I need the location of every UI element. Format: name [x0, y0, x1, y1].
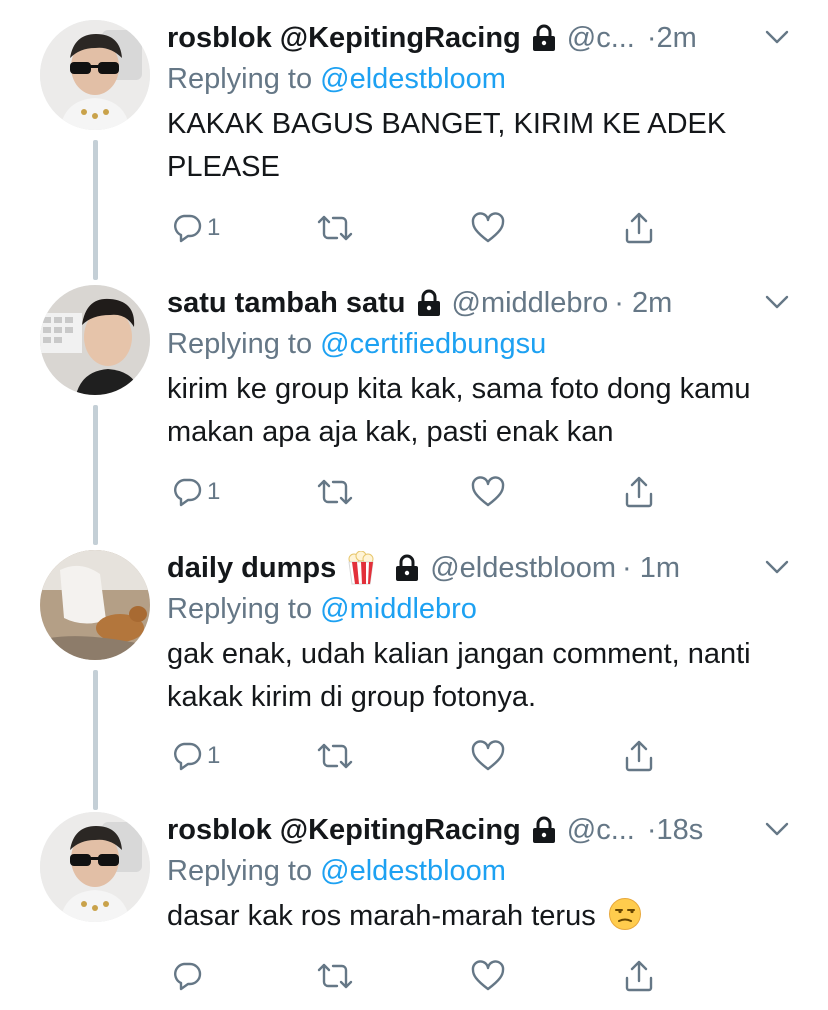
heart-icon — [471, 960, 505, 991]
share-icon — [625, 476, 653, 508]
like-button[interactable] — [470, 736, 506, 776]
tweet-header: rosblok @KepitingRacing @c... ·2m — [167, 18, 768, 58]
handle[interactable]: @eldestbloom — [430, 548, 616, 588]
avatar[interactable] — [40, 20, 150, 130]
chevron-down-icon[interactable] — [764, 558, 790, 576]
chevron-down-icon[interactable] — [764, 28, 790, 46]
replying-to-label: Replying to — [167, 63, 313, 95]
retweet-button[interactable] — [315, 208, 355, 248]
share-icon — [625, 740, 653, 772]
retweet-button[interactable] — [315, 956, 355, 996]
heart-icon — [471, 740, 505, 771]
reply-button[interactable]: 1 — [171, 736, 220, 776]
like-button[interactable] — [470, 208, 506, 248]
retweet-icon — [317, 479, 353, 505]
popcorn-icon — [346, 551, 376, 585]
reply-icon — [174, 478, 202, 507]
tweet[interactable]: satu tambah satu @middlebro · 2m Replyin… — [0, 265, 828, 530]
reply-count: 1 — [207, 478, 221, 505]
lock-icon — [531, 24, 557, 52]
replying-to: Replying to @eldestbloom — [167, 852, 506, 890]
tweet[interactable]: rosblok @KepitingRacing @c... ·18s Reply… — [0, 792, 828, 1010]
heart-icon — [471, 476, 505, 507]
timestamp[interactable]: · 1m — [622, 548, 680, 588]
reply-count: 1 — [207, 214, 221, 241]
chevron-down-icon[interactable] — [764, 820, 790, 838]
handle[interactable]: @c... — [567, 810, 635, 850]
retweet-button[interactable] — [315, 472, 355, 512]
share-button[interactable] — [623, 956, 655, 996]
reply-icon — [174, 214, 202, 243]
tweet-text: KAKAK BAGUS BANGET, KIRIM KE ADEK PLEASE — [167, 108, 727, 183]
mention-link[interactable]: @eldestbloom — [320, 63, 506, 95]
retweet-icon — [317, 963, 353, 989]
retweet-icon — [317, 743, 353, 769]
unamused-face-icon — [608, 897, 642, 931]
display-name[interactable]: daily dumps — [167, 548, 336, 588]
share-button[interactable] — [623, 736, 655, 776]
share-button[interactable] — [623, 208, 655, 248]
timestamp[interactable]: · 2m — [614, 283, 672, 323]
timestamp[interactable]: ·18s — [647, 810, 703, 850]
mention-link[interactable]: @eldestbloom — [320, 855, 506, 887]
handle[interactable]: @middlebro — [452, 283, 609, 323]
tweet-text-content: dasar kak ros marah-marah terus — [167, 900, 596, 932]
tweet-text: dasar kak ros marah-marah terus — [167, 895, 787, 938]
tweet-text: gak enak, udah kalian jangan comment, na… — [167, 638, 751, 713]
reply-button[interactable] — [171, 956, 207, 996]
replying-to-label: Replying to — [167, 593, 313, 625]
replying-to: Replying to @eldestbloom — [167, 60, 506, 98]
display-name[interactable]: rosblok @KepitingRacing — [167, 18, 521, 58]
action-bar — [167, 956, 667, 996]
display-name[interactable]: satu tambah satu — [167, 283, 406, 323]
replying-to-label: Replying to — [167, 855, 313, 887]
reply-count: 1 — [207, 742, 221, 769]
avatar[interactable] — [40, 550, 150, 660]
share-icon — [625, 960, 653, 992]
display-name[interactable]: rosblok @KepitingRacing — [167, 810, 521, 850]
replying-to: Replying to @middlebro — [167, 590, 477, 628]
reply-button[interactable]: 1 — [171, 472, 220, 512]
mention-link[interactable]: @certifiedbungsu — [320, 328, 546, 360]
timestamp[interactable]: ·2m — [647, 18, 697, 58]
lock-icon — [416, 289, 442, 317]
share-button[interactable] — [623, 472, 655, 512]
tweet-text: kirim ke group kita kak, sama foto dong … — [167, 373, 751, 448]
reply-icon — [174, 962, 202, 991]
heart-icon — [471, 212, 505, 243]
action-bar: 1 — [167, 736, 667, 776]
tweet-header: daily dumps @eldestbloom · 1m — [167, 548, 768, 588]
mention-link[interactable]: @middlebro — [320, 593, 477, 625]
replying-to: Replying to @certifiedbungsu — [167, 325, 546, 363]
tweet-header: rosblok @KepitingRacing @c... ·18s — [167, 810, 768, 850]
reply-icon — [174, 742, 202, 771]
tweet[interactable]: daily dumps @eldestbloom · 1m Replying t… — [0, 530, 828, 792]
like-button[interactable] — [470, 472, 506, 512]
replying-to-label: Replying to — [167, 328, 313, 360]
avatar[interactable] — [40, 285, 150, 395]
lock-icon — [394, 554, 420, 582]
reply-button[interactable]: 1 — [171, 208, 220, 248]
action-bar: 1 — [167, 208, 667, 248]
like-button[interactable] — [470, 956, 506, 996]
avatar[interactable] — [40, 812, 150, 922]
retweet-icon — [317, 215, 353, 241]
handle[interactable]: @c... — [567, 18, 635, 58]
action-bar: 1 — [167, 472, 667, 512]
retweet-button[interactable] — [315, 736, 355, 776]
share-icon — [625, 212, 653, 244]
lock-icon — [531, 816, 557, 844]
tweet[interactable]: rosblok @KepitingRacing @c... ·2m Replyi… — [0, 0, 828, 265]
tweet-header: satu tambah satu @middlebro · 2m — [167, 283, 768, 323]
chevron-down-icon[interactable] — [764, 293, 790, 311]
